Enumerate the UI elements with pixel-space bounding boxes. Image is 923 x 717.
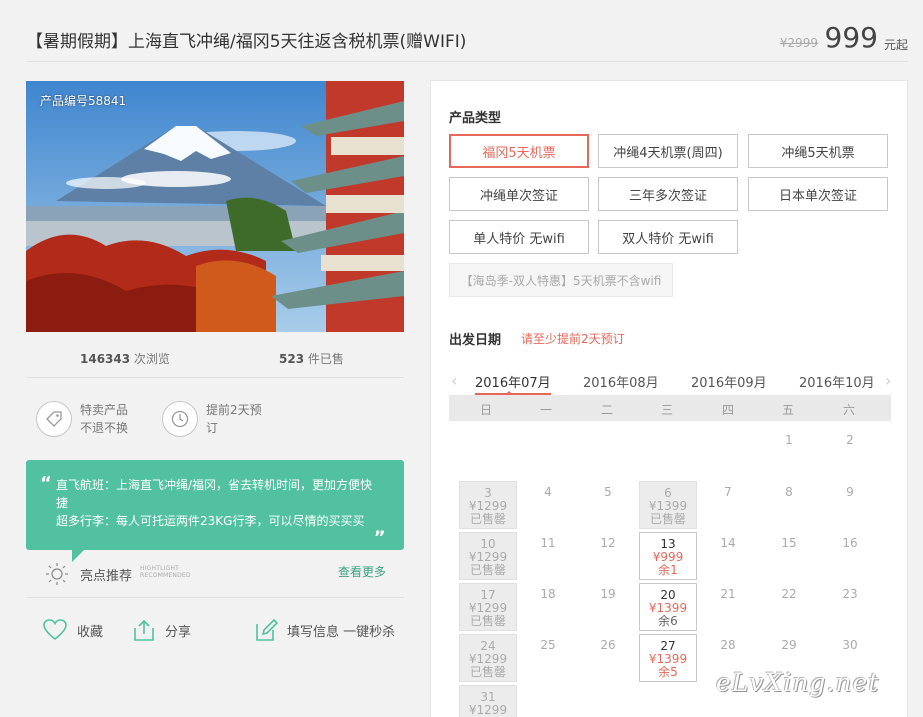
calendar-day: 16	[842, 536, 858, 550]
highlight-recommend-row: 亮点推荐 HIGHTLIGHT RECOMMENDED 查看更多	[26, 552, 404, 598]
calendar-day: 12	[600, 536, 616, 550]
prev-month-arrow-icon[interactable]: ‹	[451, 371, 457, 390]
highlight-quote: “ 直飞航班：上海直飞冲绳/福冈，省去转机时间，更加方便快捷 超多行李：每人可托…	[26, 460, 404, 550]
share-icon	[134, 619, 154, 641]
close-quote-mark: „	[374, 518, 386, 539]
favorite-button[interactable]: 收藏	[42, 618, 103, 642]
action-bar: 收藏 分享 填写信息 一键秒杀	[26, 612, 404, 652]
weekday-sun: 日	[479, 403, 492, 417]
feature-badges: 特卖产品 不退不换 提前2天预订	[26, 379, 404, 459]
calendar-day: 18	[540, 587, 556, 601]
option-okinawa-single-visa[interactable]: 冲绳单次签证	[449, 177, 589, 211]
product-code: 产品编号58841	[40, 94, 127, 108]
tag-icon	[36, 401, 72, 437]
sale-price: 999	[824, 21, 878, 54]
weekday-tue: 二	[600, 403, 613, 417]
product-type-label: 产品类型	[449, 111, 502, 126]
calendar-day: 15	[781, 536, 797, 550]
calendar-day: 23	[842, 587, 858, 601]
weekday-header: 日 一 二 三 四 五 六	[449, 395, 891, 421]
calendar-day-soldout: 17 ¥1299 已售罄	[459, 583, 517, 631]
calendar-day: 5	[604, 485, 612, 499]
weekday-wed: 三	[660, 403, 673, 417]
calendar-day: 7	[724, 485, 732, 499]
calendar-day: 14	[720, 536, 736, 550]
calendar-day: 8	[785, 485, 793, 499]
calendar-day-soldout: 6 ¥1399 已售罄	[639, 481, 697, 529]
booking-notice: 请至少提前2天预订	[521, 332, 625, 346]
fill-info-button[interactable]: 填写信息 一键秒杀	[254, 618, 395, 642]
option-island-double-disabled: 【海岛季-双人特惠】5天机票不含wifi	[449, 263, 673, 297]
weekday-thu: 四	[721, 403, 734, 417]
calendar-day-available[interactable]: 20 ¥1399 余6	[639, 583, 697, 631]
option-okinawa-5day[interactable]: 冲绳5天机票	[748, 134, 888, 168]
calendar-day: 22	[781, 587, 797, 601]
departure-date-label: 出发日期	[449, 333, 502, 348]
sold-count: 523 件已售	[279, 352, 344, 366]
site-watermark: eLvXing.net	[716, 668, 880, 697]
option-three-year-visa[interactable]: 三年多次签证	[598, 177, 738, 211]
feature-special-sale: 特卖产品 不退不换	[36, 401, 142, 437]
calendar-day-soldout: 10 ¥1299 已售罄	[459, 532, 517, 580]
edit-icon	[256, 618, 278, 641]
calendar-day: 11	[540, 536, 556, 550]
original-price: ¥2999	[779, 36, 818, 50]
calendar-day-available[interactable]: 27 ¥1399 余5	[639, 634, 697, 682]
quote-line-luggage: 超多行李：每人可托运两件23KG行李，可以尽情的买买买	[56, 514, 365, 528]
weekday-sat: 六	[842, 403, 855, 417]
price-unit: 元起	[883, 38, 908, 52]
calendar-day: 1	[785, 433, 793, 447]
calendar-day-soldout: 24 ¥1299 已售罄	[459, 634, 517, 682]
product-stats: 146343 次浏览 523 件已售	[26, 340, 404, 378]
sun-icon	[46, 563, 68, 585]
option-okinawa-4day[interactable]: 冲绳4天机票(周四)	[598, 134, 738, 168]
highlight-title: 亮点推荐	[80, 569, 133, 584]
quote-line-flight: 直飞航班：上海直飞冲绳/福冈，省去转机时间，更加方便快捷	[56, 478, 373, 510]
mount-fuji-pagoda-image	[26, 81, 404, 332]
product-photo: 产品编号58841	[26, 81, 404, 332]
calendar-day-available[interactable]: 13 ¥999 余1	[639, 532, 697, 580]
calendar-day-soldout: 31 ¥1299	[459, 685, 517, 717]
calendar-day-soldout: 3 ¥1299 已售罄	[459, 481, 517, 529]
option-double-no-wifi[interactable]: 双人特价 无wifi	[598, 220, 738, 254]
calendar-day: 26	[600, 638, 616, 652]
clock-icon	[162, 401, 198, 437]
weekday-fri: 五	[781, 403, 794, 417]
booking-panel: 产品类型 福冈5天机票 冲绳4天机票(周四) 冲绳5天机票 冲绳单次签证 三年多…	[430, 80, 908, 717]
calendar-day: 9	[846, 485, 854, 499]
product-header: 【暑期假期】上海直飞冲绳/福冈5天往返含税机票(赠WIFI) ¥2999 999…	[26, 0, 908, 62]
next-month-arrow-icon[interactable]: ›	[885, 371, 891, 390]
option-single-no-wifi[interactable]: 单人特价 无wifi	[449, 220, 589, 254]
product-title: 【暑期假期】上海直飞冲绳/福冈5天往返含税机票(赠WIFI)	[26, 32, 467, 52]
month-tab-2016-09[interactable]: 2016年09月	[691, 372, 767, 391]
month-tab-2016-08[interactable]: 2016年08月	[583, 372, 659, 391]
calendar-day: 2	[846, 433, 854, 447]
option-fukuoka-5day[interactable]: 福冈5天机票	[449, 134, 589, 168]
calendar-day: 21	[720, 587, 736, 601]
calendar-day: 25	[540, 638, 556, 652]
weekday-mon: 一	[539, 403, 552, 417]
option-japan-single-visa[interactable]: 日本单次签证	[748, 177, 888, 211]
calendar-day: 4	[544, 485, 552, 499]
feature-advance-booking: 提前2天预订	[162, 401, 268, 437]
heart-icon	[43, 619, 67, 641]
month-tab-2016-10[interactable]: 2016年10月	[799, 372, 875, 391]
calendar-day: 19	[600, 587, 616, 601]
view-count: 146343 次浏览	[80, 352, 170, 366]
share-button[interactable]: 分享	[132, 618, 191, 642]
view-more-link[interactable]: 查看更多	[338, 563, 386, 580]
open-quote-mark: “	[40, 473, 52, 494]
highlight-subtitle: HIGHTLIGHT RECOMMENDED	[140, 565, 191, 579]
month-selector: ‹ 2016年07月 2016年08月 2016年09月 2016年10月 ›	[449, 369, 891, 395]
